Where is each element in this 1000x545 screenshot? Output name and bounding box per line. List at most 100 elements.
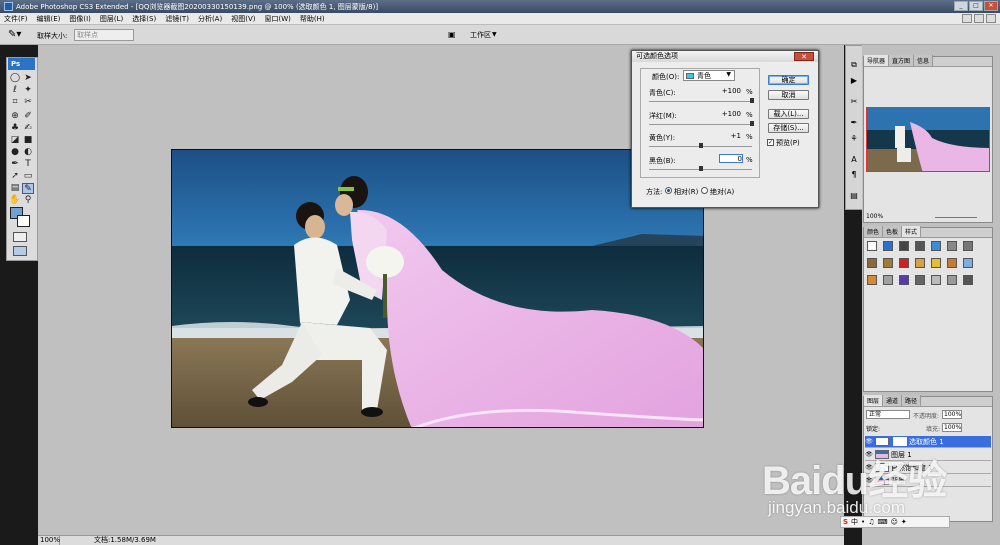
style-swatch[interactable] <box>915 258 925 268</box>
menu-file[interactable]: 文件(F) <box>4 14 28 24</box>
palette-well-icon[interactable]: ▣ <box>448 30 462 39</box>
style-swatch[interactable] <box>931 241 941 251</box>
style-swatch[interactable] <box>947 275 957 285</box>
brush-tool-icon[interactable]: ✐ <box>22 111 34 122</box>
close-window-button[interactable]: ✕ <box>984 1 998 11</box>
tab-navigator[interactable]: 导航器 <box>864 55 890 66</box>
tab-paths[interactable]: 路径 <box>902 395 922 406</box>
pen-tool-icon[interactable]: ✒ <box>9 159 21 170</box>
style-swatch[interactable] <box>931 275 941 285</box>
style-swatch[interactable] <box>867 275 877 285</box>
menu-help[interactable]: 帮助(H) <box>300 14 325 24</box>
style-swatch[interactable] <box>963 241 973 251</box>
cyan-slider-track[interactable] <box>649 101 752 102</box>
brushes-panel-icon[interactable]: ✒ <box>848 118 860 128</box>
healing-brush-tool-icon[interactable]: ⊕ <box>9 111 21 122</box>
style-swatch[interactable] <box>899 275 909 285</box>
zoom-level-field[interactable]: 100% <box>38 535 60 545</box>
style-swatch[interactable] <box>947 241 957 251</box>
ime-settings-icon[interactable]: ✦ <box>901 518 907 526</box>
visibility-eye-icon[interactable]: 👁 <box>865 438 873 445</box>
maximize-button[interactable]: □ <box>969 1 983 11</box>
yellow-slider-thumb[interactable] <box>699 143 703 148</box>
ime-keyboard-icon[interactable]: ⌨ <box>877 518 887 526</box>
cancel-button[interactable]: 取消 <box>768 90 809 100</box>
yellow-value-input[interactable]: +1 <box>719 132 741 141</box>
dialog-close-button[interactable]: ✕ <box>794 52 814 61</box>
style-swatch[interactable] <box>883 275 893 285</box>
blend-mode-select[interactable]: 正常 <box>866 410 910 419</box>
eraser-tool-icon[interactable]: ◪ <box>9 135 21 146</box>
path-selection-tool-icon[interactable]: ➚ <box>9 171 21 182</box>
style-swatch[interactable] <box>963 275 973 285</box>
document-canvas-image[interactable] <box>171 149 704 428</box>
doc-minimize-button[interactable] <box>962 14 972 23</box>
hand-tool-icon[interactable]: ✋ <box>9 195 21 206</box>
style-swatch[interactable] <box>931 258 941 268</box>
actions-panel-icon[interactable]: ▶ <box>848 76 860 86</box>
menu-select[interactable]: 选择(S) <box>132 14 156 24</box>
style-swatch[interactable] <box>947 258 957 268</box>
tab-layers[interactable]: 图层 <box>864 395 884 406</box>
character-panel-icon[interactable]: A <box>848 155 860 165</box>
history-brush-tool-icon[interactable]: ✍ <box>22 123 34 134</box>
navigator-thumbnail[interactable] <box>866 107 990 172</box>
absolute-radio[interactable] <box>701 187 708 194</box>
clone-stamp-tool-icon[interactable]: ♣ <box>9 123 21 134</box>
fill-input[interactable]: 100% <box>942 423 962 432</box>
menu-edit[interactable]: 编辑(E) <box>37 14 61 24</box>
sample-size-select[interactable]: 取样点 <box>74 29 134 41</box>
magenta-value-input[interactable]: +100 <box>719 110 741 119</box>
ime-voice-icon[interactable]: ♫ <box>868 518 874 526</box>
screen-mode-button[interactable] <box>13 246 27 256</box>
style-swatch[interactable] <box>883 241 893 251</box>
style-swatch[interactable] <box>899 258 909 268</box>
menu-window[interactable]: 窗口(W) <box>264 14 290 24</box>
tab-styles[interactable]: 样式 <box>902 226 922 237</box>
menu-analysis[interactable]: 分析(A) <box>198 14 222 24</box>
style-swatch[interactable] <box>883 258 893 268</box>
notes-tool-icon[interactable]: ▤ <box>9 183 21 194</box>
menu-view[interactable]: 视图(V) <box>231 14 255 24</box>
background-color-swatch[interactable] <box>17 215 30 227</box>
tab-channels[interactable]: 通道 <box>883 395 903 406</box>
crop-tool-icon[interactable]: ⌗ <box>9 97 21 108</box>
style-swatch[interactable] <box>899 241 909 251</box>
layer-row-selective-color[interactable]: 👁 选取颜色 1 <box>865 436 991 448</box>
slice-tool-icon[interactable]: ✂ <box>22 97 34 108</box>
eyedropper-tool-icon[interactable]: ✎▾ <box>8 29 26 41</box>
history-panel-icon[interactable]: ⧉ <box>848 60 860 70</box>
tool-presets-icon[interactable]: ✂ <box>848 97 860 107</box>
clone-source-icon[interactable]: ⚘ <box>848 134 860 144</box>
cyan-slider-thumb[interactable] <box>750 98 754 103</box>
style-swatch[interactable] <box>867 241 877 251</box>
tab-swatches[interactable]: 色板 <box>883 226 903 237</box>
eyedropper-tool-selected-icon[interactable]: ✎ <box>22 183 34 194</box>
style-swatch[interactable] <box>963 258 973 268</box>
magenta-slider-track[interactable] <box>649 124 752 125</box>
preview-checkbox[interactable]: ✓ <box>767 139 774 146</box>
doc-close-button[interactable] <box>986 14 996 23</box>
opacity-input[interactable]: 100% <box>942 410 962 419</box>
style-swatch[interactable] <box>867 258 877 268</box>
magic-wand-tool-icon[interactable]: ✦ <box>22 85 34 96</box>
doc-restore-button[interactable] <box>974 14 984 23</box>
tab-info[interactable]: 信息 <box>914 55 934 66</box>
black-value-input[interactable]: 0 <box>719 154 743 163</box>
navigator-zoom-slider[interactable] <box>935 217 977 218</box>
magenta-slider-thumb[interactable] <box>750 121 754 126</box>
layer-mask-thumb[interactable] <box>893 437 907 446</box>
layer-comps-icon[interactable]: ▤ <box>848 191 860 201</box>
move-tool-icon[interactable]: ➤ <box>22 73 34 84</box>
sogou-ime-icon[interactable]: S <box>843 518 848 526</box>
paragraph-panel-icon[interactable]: ¶ <box>848 170 860 180</box>
save-button[interactable]: 存储(S)... <box>768 123 809 133</box>
menu-filter[interactable]: 滤镜(T) <box>165 14 189 24</box>
ok-button[interactable]: 确定 <box>768 75 809 85</box>
menu-layer[interactable]: 图层(L) <box>100 14 123 24</box>
colors-dropdown[interactable]: 青色 ▼ <box>683 70 735 81</box>
quick-mask-button[interactable] <box>13 232 27 242</box>
minimize-button[interactable]: _ <box>954 1 968 11</box>
lasso-tool-icon[interactable]: ℓ <box>9 85 21 96</box>
navigator-zoom-value[interactable]: 100% <box>866 213 883 220</box>
